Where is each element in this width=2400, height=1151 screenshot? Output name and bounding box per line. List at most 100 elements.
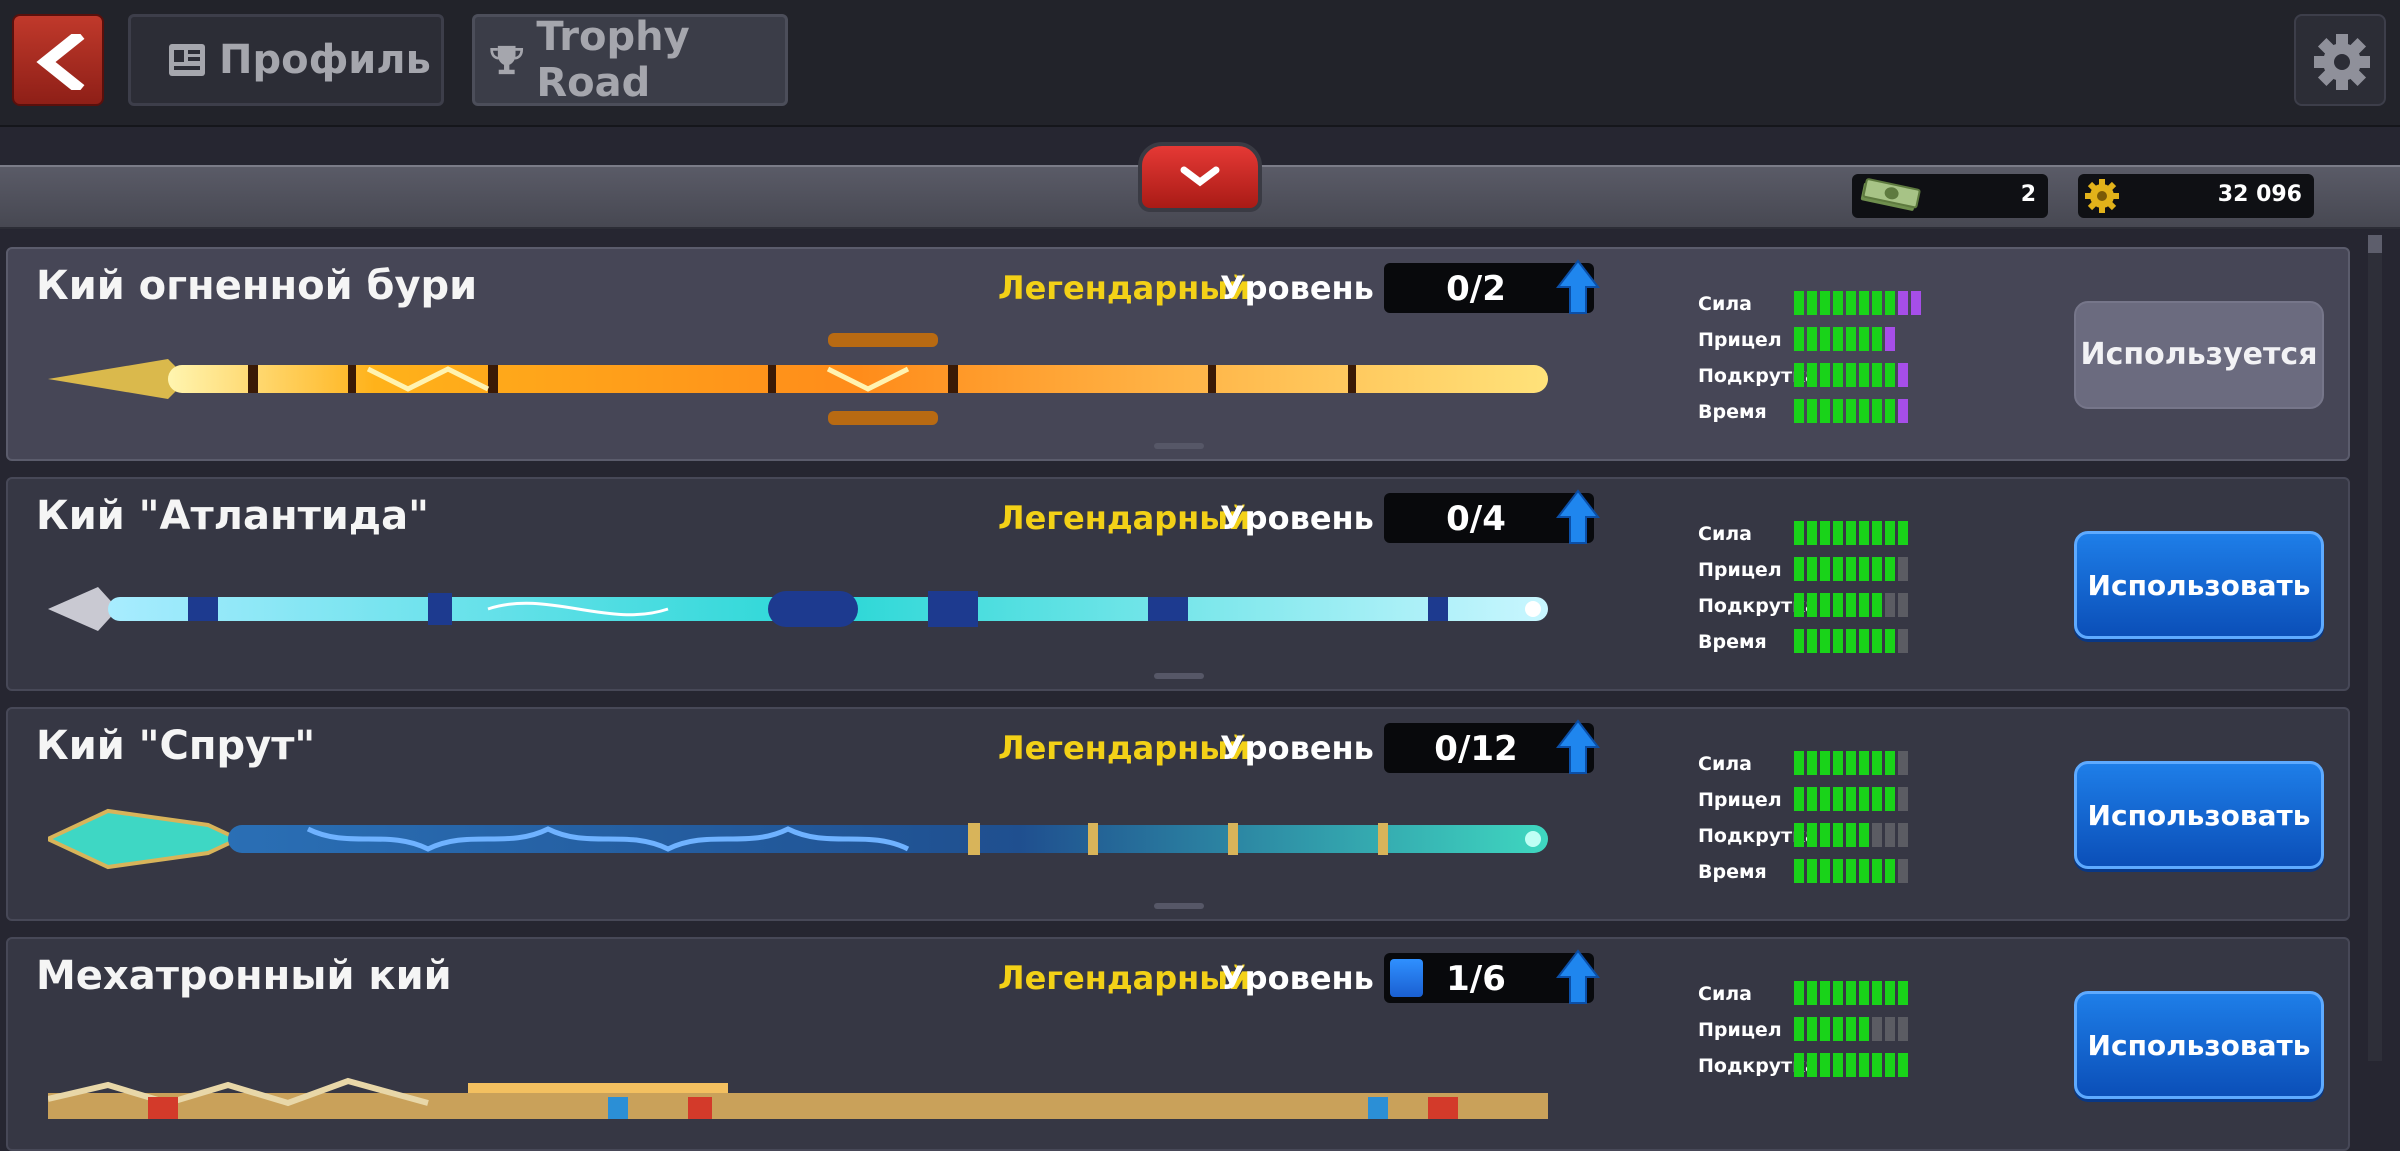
stat-segment	[1794, 291, 1804, 315]
stat-row-time: Время	[1698, 857, 2018, 887]
stat-segment	[1872, 521, 1882, 545]
upgrade-arrow-icon[interactable]	[1556, 719, 1600, 775]
use-button[interactable]: Использовать	[2074, 761, 2324, 869]
stat-segments	[1794, 981, 1908, 1005]
cash-counter[interactable]: 2	[1852, 174, 2048, 218]
level-label: Уровень 3	[1220, 959, 1408, 997]
cue-card[interactable]: Кий "Спрут" Легендарный Уровень 4 0/12 С…	[6, 707, 2350, 921]
collapse-button[interactable]	[1138, 142, 1262, 212]
settings-button[interactable]	[2294, 14, 2386, 106]
expand-handle[interactable]	[1154, 673, 1204, 679]
stat-label: Прицел	[1698, 1019, 1782, 1041]
stat-segment	[1846, 399, 1856, 423]
expand-handle[interactable]	[1154, 903, 1204, 909]
stat-bar	[1794, 555, 1911, 583]
stat-segment	[1820, 327, 1830, 351]
stat-segment	[1885, 521, 1895, 545]
rarity-label: Легендарный	[998, 499, 1251, 537]
cue-name: Кий "Спрут"	[36, 723, 316, 769]
stat-segment	[1859, 557, 1869, 581]
stat-segment	[1794, 1017, 1804, 1041]
stat-row-power: Сила	[1698, 519, 2018, 549]
coin-gear-icon	[2085, 179, 2119, 213]
stat-segment	[1833, 399, 1843, 423]
stat-row-power: Сила	[1698, 979, 2018, 1009]
stat-segments	[1794, 363, 1908, 387]
stat-segment	[1898, 1017, 1908, 1041]
stat-label: Время	[1698, 631, 1767, 653]
stat-label: Сила	[1698, 983, 1752, 1005]
stat-segment	[1807, 1053, 1817, 1077]
stat-label: Прицел	[1698, 789, 1782, 811]
stat-segment	[1846, 787, 1856, 811]
list-scrollbar[interactable]	[2368, 235, 2382, 1061]
stat-segment	[1833, 751, 1843, 775]
stat-bar	[1794, 979, 1911, 1007]
stat-segment	[1872, 557, 1882, 581]
stat-segment	[1807, 1017, 1817, 1041]
scroll-thumb[interactable]	[2368, 235, 2382, 253]
stat-segment	[1833, 787, 1843, 811]
cue-image-kraken	[48, 808, 1548, 870]
stat-segment	[1859, 751, 1869, 775]
stat-segment	[1846, 1053, 1856, 1077]
stat-segment	[1885, 1053, 1895, 1077]
coin-counter[interactable]: 32 096	[2078, 174, 2314, 218]
stat-row-time: Время	[1698, 627, 2018, 657]
stat-segment	[1833, 521, 1843, 545]
upgrade-arrow-icon[interactable]	[1556, 489, 1600, 545]
cue-image-mecha	[48, 1077, 1548, 1119]
cue-image-fire	[48, 333, 1548, 425]
stat-segment	[1859, 787, 1869, 811]
stat-segment	[1794, 521, 1804, 545]
cue-card[interactable]: Кий огненной бури Легендарный Уровень 1 …	[6, 247, 2350, 461]
upgrade-arrow-icon[interactable]	[1556, 949, 1600, 1005]
stat-row-aim: Прицел	[1698, 325, 2018, 355]
stat-segment	[1898, 557, 1908, 581]
stat-segment	[1807, 399, 1817, 423]
back-button[interactable]	[12, 14, 104, 106]
use-button[interactable]: Использовать	[2074, 991, 2324, 1099]
stat-segment	[1833, 981, 1843, 1005]
stat-row-spin: Подкрутка	[1698, 361, 2018, 391]
stat-bar	[1794, 591, 1911, 619]
upgrade-arrow-icon[interactable]	[1556, 259, 1600, 315]
stat-segment	[1807, 327, 1817, 351]
stat-segment	[1859, 1053, 1869, 1077]
stat-segment	[1794, 629, 1804, 653]
stat-segment	[1885, 787, 1895, 811]
cue-card[interactable]: Кий "Атлантида" Легендарный Уровень 2 0/…	[6, 477, 2350, 691]
stat-bar	[1794, 1015, 1911, 1043]
top-bar: Профиль Trophy Road	[0, 0, 2400, 127]
cue-name: Мехатронный кий	[36, 953, 452, 999]
stat-row-power: Сила	[1698, 749, 2018, 779]
stat-bar	[1794, 857, 1911, 885]
stat-segment	[1807, 363, 1817, 387]
expand-handle[interactable]	[1154, 443, 1204, 449]
stat-segment	[1859, 327, 1869, 351]
rarity-label: Легендарный	[998, 729, 1251, 767]
tab-trophy-road[interactable]: Trophy Road	[472, 14, 788, 106]
stat-row-power: Сила	[1698, 289, 2018, 319]
stat-label: Прицел	[1698, 329, 1782, 351]
use-button[interactable]: Использовать	[2074, 531, 2324, 639]
stat-segment	[1872, 823, 1882, 847]
tab-profile[interactable]: Профиль	[128, 14, 444, 106]
stat-segment	[1846, 751, 1856, 775]
stat-segment	[1898, 363, 1908, 387]
stat-segment	[1833, 859, 1843, 883]
coin-value: 32 096	[2217, 182, 2302, 207]
pieces-count: 0/12	[1434, 729, 1518, 769]
stat-segment	[1872, 981, 1882, 1005]
stat-row-spin: Подкрутка	[1698, 591, 2018, 621]
stat-row-spin: Подкрутка	[1698, 821, 2018, 851]
stat-segment	[1846, 981, 1856, 1005]
stat-segment	[1794, 593, 1804, 617]
cue-card[interactable]: Мехатронный кий Легендарный Уровень 3 1/…	[6, 937, 2350, 1151]
stat-segment	[1898, 859, 1908, 883]
stat-segment	[1820, 557, 1830, 581]
in-use-button[interactable]: Используется	[2074, 301, 2324, 409]
rarity-label: Легендарный	[998, 269, 1251, 307]
stat-segment	[1846, 363, 1856, 387]
stat-segment	[1846, 291, 1856, 315]
